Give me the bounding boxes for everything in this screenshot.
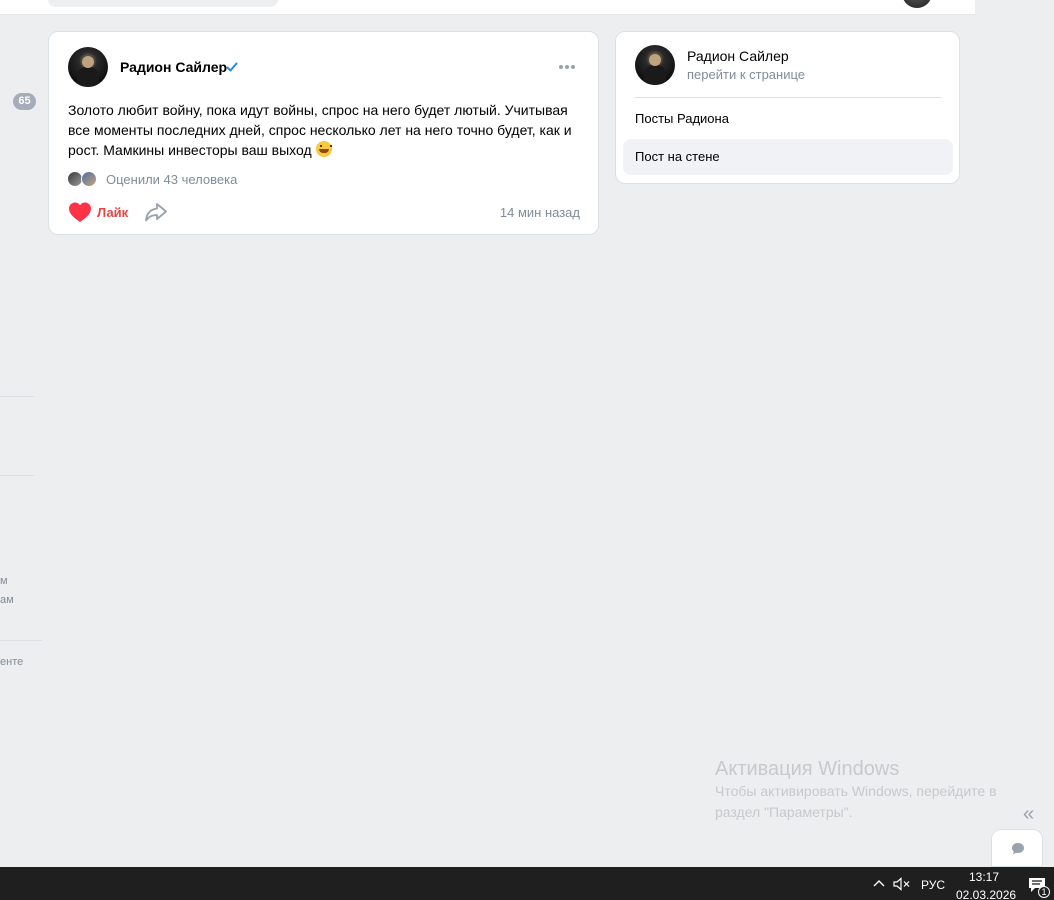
post-timestamp[interactable]: 14 мин назад [500,205,580,220]
left-nav-divider [0,640,42,641]
left-nav-counter-badge: 65 [13,93,36,110]
share-icon[interactable] [144,201,168,223]
chevron-up-icon[interactable] [872,876,886,890]
author-avatar[interactable] [68,47,108,87]
left-nav-divider [0,396,34,397]
side-author-avatar[interactable] [635,45,675,85]
go-to-page-link[interactable]: перейти к странице [687,67,805,82]
windows-activation-title: Активация Windows [715,758,900,780]
post-author-name[interactable]: Радион Сайлер [120,59,227,75]
rated-count-text[interactable]: Оценили 43 человека [106,172,237,187]
author-side-panel: Радион Сайлер перейти к странице Посты Р… [615,31,960,184]
chat-bubble-icon [1012,843,1024,855]
profile-avatar[interactable] [902,0,932,8]
topbar-nav-fragment[interactable] [298,0,368,2]
language-indicator[interactable]: РУС [921,878,945,892]
side-menu-item-radion-posts[interactable]: Посты Радиона [623,101,953,137]
side-author-name[interactable]: Радион Сайлер [687,48,789,64]
left-nav-divider [0,475,34,476]
liker-avatar[interactable] [81,171,97,187]
like-label: Лайк [97,204,129,220]
like-button[interactable]: Лайк [68,200,128,224]
heart-icon [69,202,91,222]
top-navigation-bar [0,0,975,15]
windows-taskbar: РУС 13:17 02.03.2026 1 [0,867,1054,900]
volume-muted-icon[interactable] [893,877,911,891]
grinning-face-emoji-icon [315,141,332,157]
left-nav-footer-fragment[interactable]: енте [0,656,23,668]
left-nav-item-fragment[interactable]: м [0,575,8,587]
windows-activation-subtitle: Чтобы активировать Windows, перейдите в … [715,783,997,820]
left-nav-item-fragment[interactable]: ам [0,594,14,606]
notification-count-badge: 1 [1038,886,1050,898]
side-panel-divider [635,97,941,98]
messenger-button[interactable] [991,829,1043,867]
clock-date[interactable]: 02.03.2026 [956,888,1016,900]
search-input[interactable] [48,0,278,7]
verified-icon [226,62,238,72]
side-menu-item-wall-post[interactable]: Пост на стене [623,139,953,175]
rated-users-avatars[interactable] [67,171,101,187]
collapse-double-chevron-icon[interactable]: « [1023,803,1043,825]
more-options-icon[interactable] [556,59,578,75]
clock-time[interactable]: 13:17 [969,870,999,884]
post-text: Золото любит войну, пока идут войны, спр… [68,100,583,160]
wall-post-card: Радион Сайлер Золото любит войну, пока и… [48,31,599,235]
